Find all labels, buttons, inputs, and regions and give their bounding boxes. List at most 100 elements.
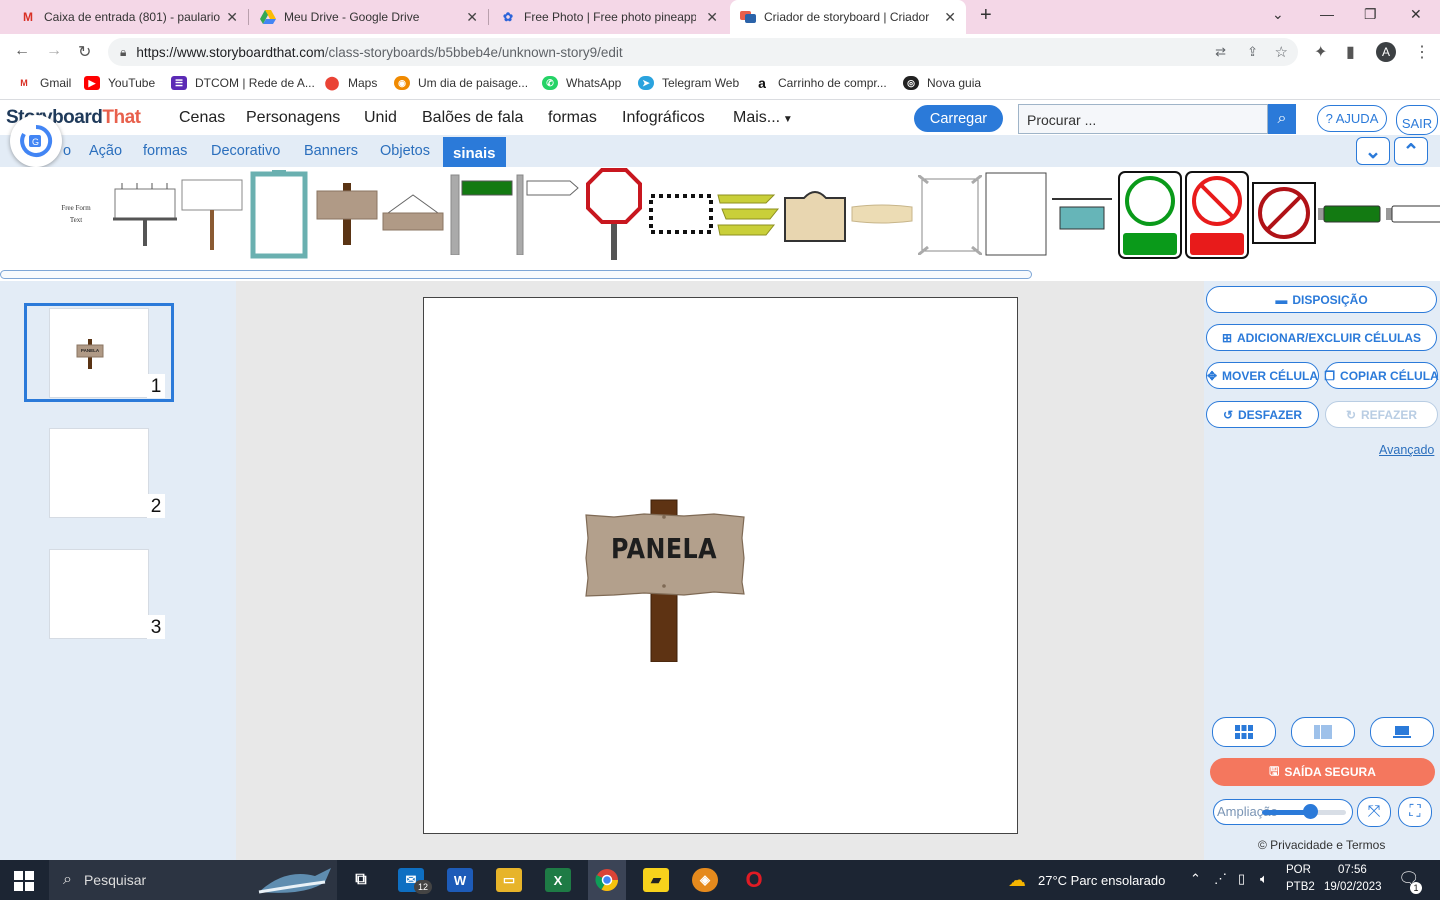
category-objetos[interactable]: Objetos — [380, 143, 430, 159]
bookmark-whatsapp[interactable]: ✆ WhatsApp — [542, 76, 621, 90]
sign-text[interactable]: PANELA — [596, 532, 732, 565]
taskbar-search[interactable]: ⌕ Pesquisar — [49, 860, 337, 900]
chevron-down-icon[interactable]: ⌄ — [1356, 137, 1390, 165]
task-view-icon[interactable]: ⧉ — [348, 868, 374, 892]
back-icon[interactable]: ← — [14, 42, 30, 60]
search-icon[interactable]: ⌕ — [1268, 104, 1296, 134]
translate-icon[interactable]: ⇄ — [1215, 44, 1226, 60]
close-window-button[interactable]: ✕ — [1410, 6, 1422, 23]
free-form-text-item[interactable]: Free Form Text — [55, 202, 97, 226]
tab-storyboard[interactable]: Criador de storyboard | Criador d ✕ — [730, 0, 966, 34]
stop-sign-item[interactable] — [586, 168, 642, 260]
plaque-sign-item[interactable] — [782, 186, 848, 244]
taped-paper-sign-item[interactable] — [918, 175, 982, 255]
aframe-sign-item[interactable] — [250, 170, 308, 260]
green-bar-sign-item[interactable] — [1318, 203, 1382, 225]
menu-personagens[interactable]: Personagens — [246, 109, 340, 127]
wood-sign[interactable]: PANELA — [584, 498, 748, 662]
redo-button[interactable]: ↻ REFAZER — [1325, 401, 1438, 428]
star-icon[interactable]: ☆ — [1275, 43, 1288, 61]
menu-formas[interactable]: formas — [548, 109, 597, 127]
close-icon[interactable]: ✕ — [706, 9, 718, 26]
bookmark-telegram[interactable]: ➤ Telegram Web — [638, 76, 739, 90]
more-menu-icon[interactable]: ⋮ — [1414, 42, 1430, 62]
url-field[interactable]: 🔒︎ https://www.storyboardthat.com/class-… — [108, 38, 1298, 66]
bookmark-paisagem[interactable]: ◉ Um dia de paisage... — [394, 76, 528, 90]
bookmark-gmail[interactable]: M Gmail — [16, 76, 71, 90]
post-sign-item[interactable] — [180, 179, 244, 251]
sticky-notes-icon[interactable]: ▰ — [643, 868, 669, 892]
weather-text[interactable]: 27°C Parc ensolarado — [1038, 873, 1165, 888]
scroll-banner-item[interactable] — [850, 203, 914, 225]
search-input[interactable]: Procurar ... — [1018, 104, 1268, 134]
share-icon[interactable]: ⇪ — [1247, 44, 1258, 60]
wood-sign-item[interactable] — [316, 183, 378, 245]
opera-icon[interactable]: O — [741, 867, 767, 892]
forward-icon[interactable]: → — [46, 42, 62, 60]
network-icon[interactable]: ⋰ — [1214, 871, 1227, 887]
extensions-icon[interactable]: ✦ — [1314, 42, 1327, 62]
close-icon[interactable]: ✕ — [226, 9, 238, 26]
reload-icon[interactable]: ↻ — [78, 42, 91, 62]
save-exit-button[interactable]: 🖫︎ SAÍDA SEGURA — [1210, 758, 1435, 786]
new-tab-button[interactable]: + — [980, 4, 992, 27]
menu-cenas[interactable]: Cenas — [179, 109, 225, 127]
tab-freepik[interactable]: ✿ Free Photo | Free photo pineappl ✕ — [490, 0, 728, 34]
add-remove-cells-button[interactable]: ⊞ ADICIONAR/EXCLUIR CÉLULAS — [1206, 324, 1437, 351]
bookmark-nova-guia[interactable]: ◎ Nova guia — [903, 76, 981, 90]
restore-button[interactable]: ❐ — [1364, 6, 1377, 23]
file-explorer-icon[interactable]: ▭ — [496, 868, 522, 892]
copy-cell-button[interactable]: ❐ COPIAR CÉLULA — [1324, 362, 1439, 389]
word-app-icon[interactable]: W — [447, 868, 473, 892]
fullscreen-button[interactable]: ⛶ — [1398, 797, 1432, 827]
cell-thumbnail-2[interactable]: 2 — [49, 428, 165, 518]
close-icon[interactable]: ✕ — [944, 9, 956, 26]
single-layout-button[interactable] — [1370, 717, 1434, 747]
close-icon[interactable]: ✕ — [466, 9, 478, 26]
hanging-sign-item[interactable] — [382, 193, 444, 233]
zigzag-arrow-sign-item[interactable] — [716, 189, 780, 239]
zoom-slider-handle[interactable] — [1302, 804, 1318, 819]
language-indicator[interactable]: POR — [1286, 864, 1311, 876]
battery-icon[interactable]: ▯ — [1238, 871, 1245, 887]
menu-mais[interactable]: Mais... ▼ — [733, 109, 793, 127]
white-bar-sign-item[interactable] — [1386, 203, 1440, 225]
category-acao[interactable]: Ação — [89, 143, 122, 159]
cell-thumbnail-3[interactable]: 3 — [49, 549, 165, 639]
menu-infograficos[interactable]: Infográficos — [622, 109, 705, 127]
chevron-up-icon[interactable]: ⌃ — [1394, 137, 1428, 165]
excel-app-icon[interactable]: X — [545, 868, 571, 892]
prohibited-sign-item[interactable] — [1252, 182, 1316, 244]
grid-layout-button[interactable] — [1212, 717, 1276, 747]
layout-button[interactable]: ▬ DISPOSIÇÃO — [1206, 286, 1437, 313]
bookmark-dtcom[interactable]: ☰ DTCOM | Rede de A... — [171, 76, 315, 90]
teal-hanging-sign-item[interactable] — [1050, 195, 1114, 233]
google-translate-icon[interactable]: G — [10, 115, 62, 167]
billboard-sign-item[interactable] — [112, 179, 178, 247]
zoom-control[interactable]: Ampliação — [1213, 799, 1353, 825]
menu-unid[interactable]: Unid — [364, 109, 397, 127]
sidepanel-icon[interactable]: ▮ — [1346, 42, 1355, 62]
volume-icon[interactable]: 🔈︎ — [1260, 871, 1268, 887]
category-decorativo[interactable]: Decorativo — [211, 143, 280, 159]
minimize-button[interactable]: — — [1320, 6, 1334, 22]
avatar[interactable]: A — [1376, 42, 1396, 62]
category-formas[interactable]: formas — [143, 143, 187, 159]
move-cell-button[interactable]: ✥ MOVER CÉLULA — [1206, 362, 1319, 389]
library-scrollbar[interactable] — [0, 270, 1032, 279]
help-button[interactable]: ? AJUDA — [1317, 105, 1387, 132]
undo-button[interactable]: ↺ DESFAZER — [1206, 401, 1319, 428]
category-banners[interactable]: Banners — [304, 143, 358, 159]
clock-time[interactable]: 07:56 — [1338, 864, 1367, 876]
vpn-app-icon[interactable]: ◈ — [692, 868, 718, 892]
checkered-sign-item[interactable] — [648, 193, 714, 235]
upload-button[interactable]: Carregar — [914, 105, 1003, 132]
bookmark-maps[interactable]: ⬤ Maps — [324, 75, 378, 90]
street-sign-white-item[interactable] — [514, 173, 580, 255]
chrome-app-icon[interactable] — [588, 860, 626, 900]
tab-drive[interactable]: Meu Drive - Google Drive ✕ — [250, 0, 488, 34]
green-circle-sign-item[interactable] — [1118, 171, 1182, 259]
cell-thumbnail-1[interactable]: PANELA 1 — [49, 308, 165, 398]
category-partial[interactable]: o — [63, 143, 71, 159]
pinned-paper-sign-item[interactable] — [984, 171, 1048, 257]
